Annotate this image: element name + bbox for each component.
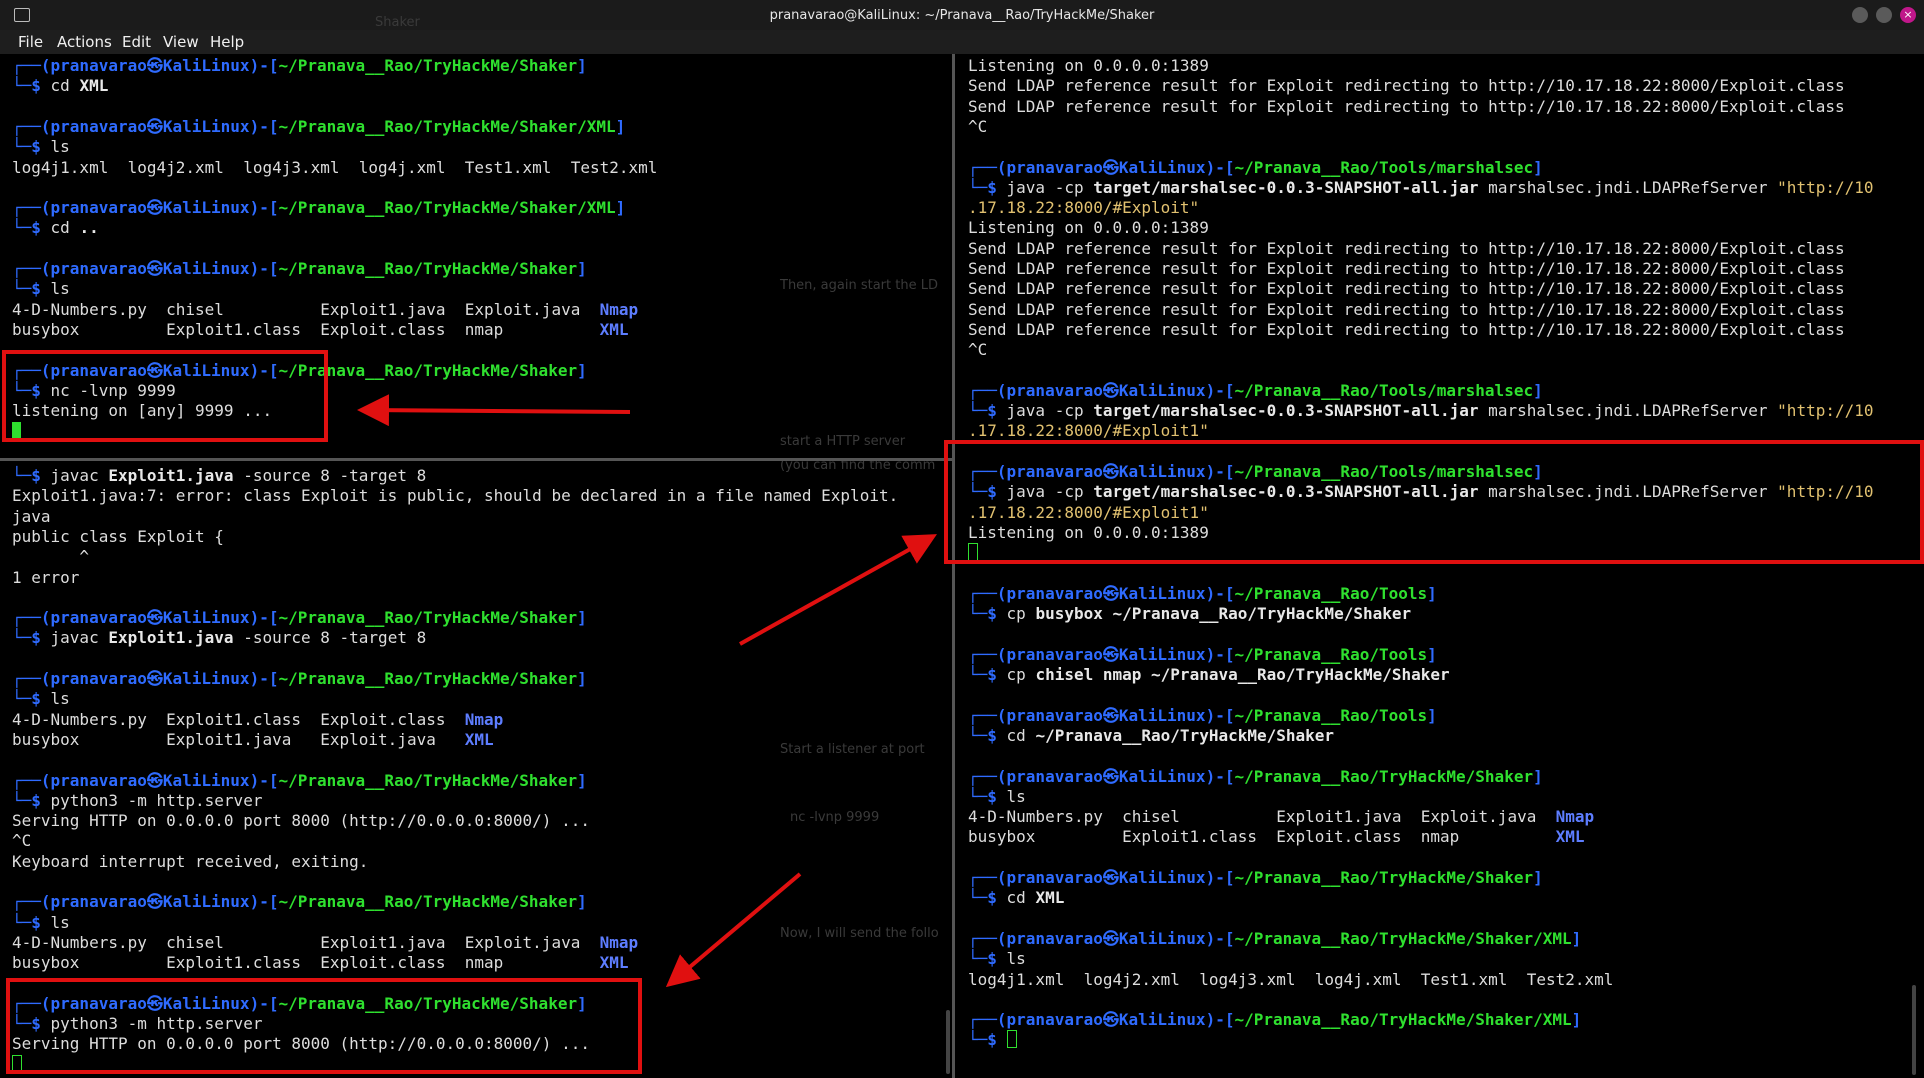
arrow-to-ldap-server — [739, 534, 937, 646]
arrow-to-http-server — [665, 872, 802, 988]
annotation-arrows — [357, 394, 937, 988]
arrow-to-listener — [357, 394, 631, 427]
